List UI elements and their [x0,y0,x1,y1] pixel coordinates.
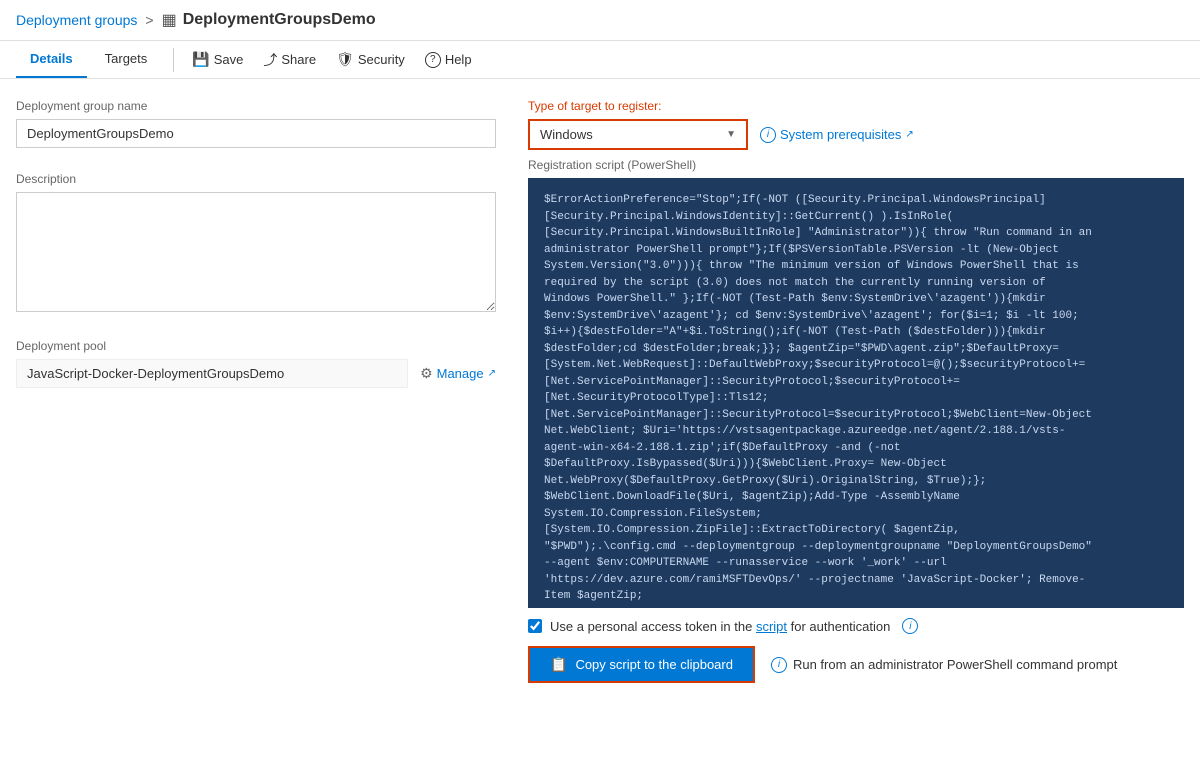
run-hint: i Run from an administrator PowerShell c… [771,657,1117,673]
script-label: Registration script (PowerShell) [528,158,1184,172]
group-name-input[interactable] [16,119,496,148]
tab-targets[interactable]: Targets [91,41,162,78]
help-button[interactable]: ? Help [415,46,482,74]
left-panel: Deployment group name Description Deploy… [16,99,496,683]
external-link-icon: ↗ [488,368,496,379]
breadcrumb: Deployment groups > ▦ DeploymentGroupsDe… [16,10,376,30]
dropdown-arrow-icon: ▼ [726,129,736,140]
dropdown-row: Windows ▼ i System prerequisites ↗ [528,119,1184,150]
help-icon: ? [425,52,441,68]
description-label: Description [16,172,496,186]
target-type-label: Type of target to register: [528,99,1184,113]
manage-link[interactable]: ⚙ Manage ↗ [420,365,496,382]
script-box: $ErrorActionPreference="Stop";If(-NOT ([… [528,178,1184,608]
copy-script-button[interactable]: 📋 Copy script to the clipboard [528,646,755,683]
checkbox-row: Use a personal access token in the scrip… [528,618,1184,634]
script-link[interactable]: script [756,619,787,634]
breadcrumb-parent[interactable]: Deployment groups [16,12,137,28]
main-content: Deployment group name Description Deploy… [0,79,1200,703]
nav-divider [173,48,174,72]
security-icon: 🛡 [336,51,354,68]
manage-gear-icon: ⚙ [420,365,433,382]
action-row: 📋 Copy script to the clipboard i Run fro… [528,646,1184,683]
pat-info-icon[interactable]: i [902,618,918,634]
nav-bar: Details Targets 💾 Save ⤴ Share 🛡 Securit… [0,41,1200,79]
security-button[interactable]: 🛡 Security [326,45,415,74]
group-name-label: Deployment group name [16,99,496,113]
checkbox-label: Use a personal access token in the scrip… [550,619,890,634]
tab-details[interactable]: Details [16,41,87,78]
sys-prereq-external-icon: ↗ [905,129,913,140]
pool-label: Deployment pool [16,339,496,353]
pool-row: JavaScript-Docker-DeploymentGroupsDemo ⚙… [16,359,496,388]
right-panel: Type of target to register: Windows ▼ i … [528,99,1184,683]
breadcrumb-current: DeploymentGroupsDemo [183,11,376,29]
group-name-section: Deployment group name [16,99,496,148]
pool-section: Deployment pool JavaScript-Docker-Deploy… [16,339,496,388]
target-type-dropdown[interactable]: Windows ▼ [528,119,748,150]
save-button[interactable]: 💾 Save [182,45,253,74]
description-input[interactable] [16,192,496,312]
share-icon: ⤴ [263,50,277,70]
info-circle-icon: i [760,127,776,143]
sys-prereq-link[interactable]: i System prerequisites ↗ [760,127,914,143]
deployment-group-icon: ▦ [162,10,177,30]
run-hint-info-icon: i [771,657,787,673]
breadcrumb-separator: > [145,12,153,28]
copy-icon: 📋 [550,656,567,673]
save-icon: 💾 [192,51,209,68]
top-bar: Deployment groups > ▦ DeploymentGroupsDe… [0,0,1200,41]
share-button[interactable]: ⤴ Share [253,44,326,76]
pat-checkbox[interactable] [528,619,542,633]
pool-name-display: JavaScript-Docker-DeploymentGroupsDemo [16,359,408,388]
description-section: Description [16,172,496,315]
